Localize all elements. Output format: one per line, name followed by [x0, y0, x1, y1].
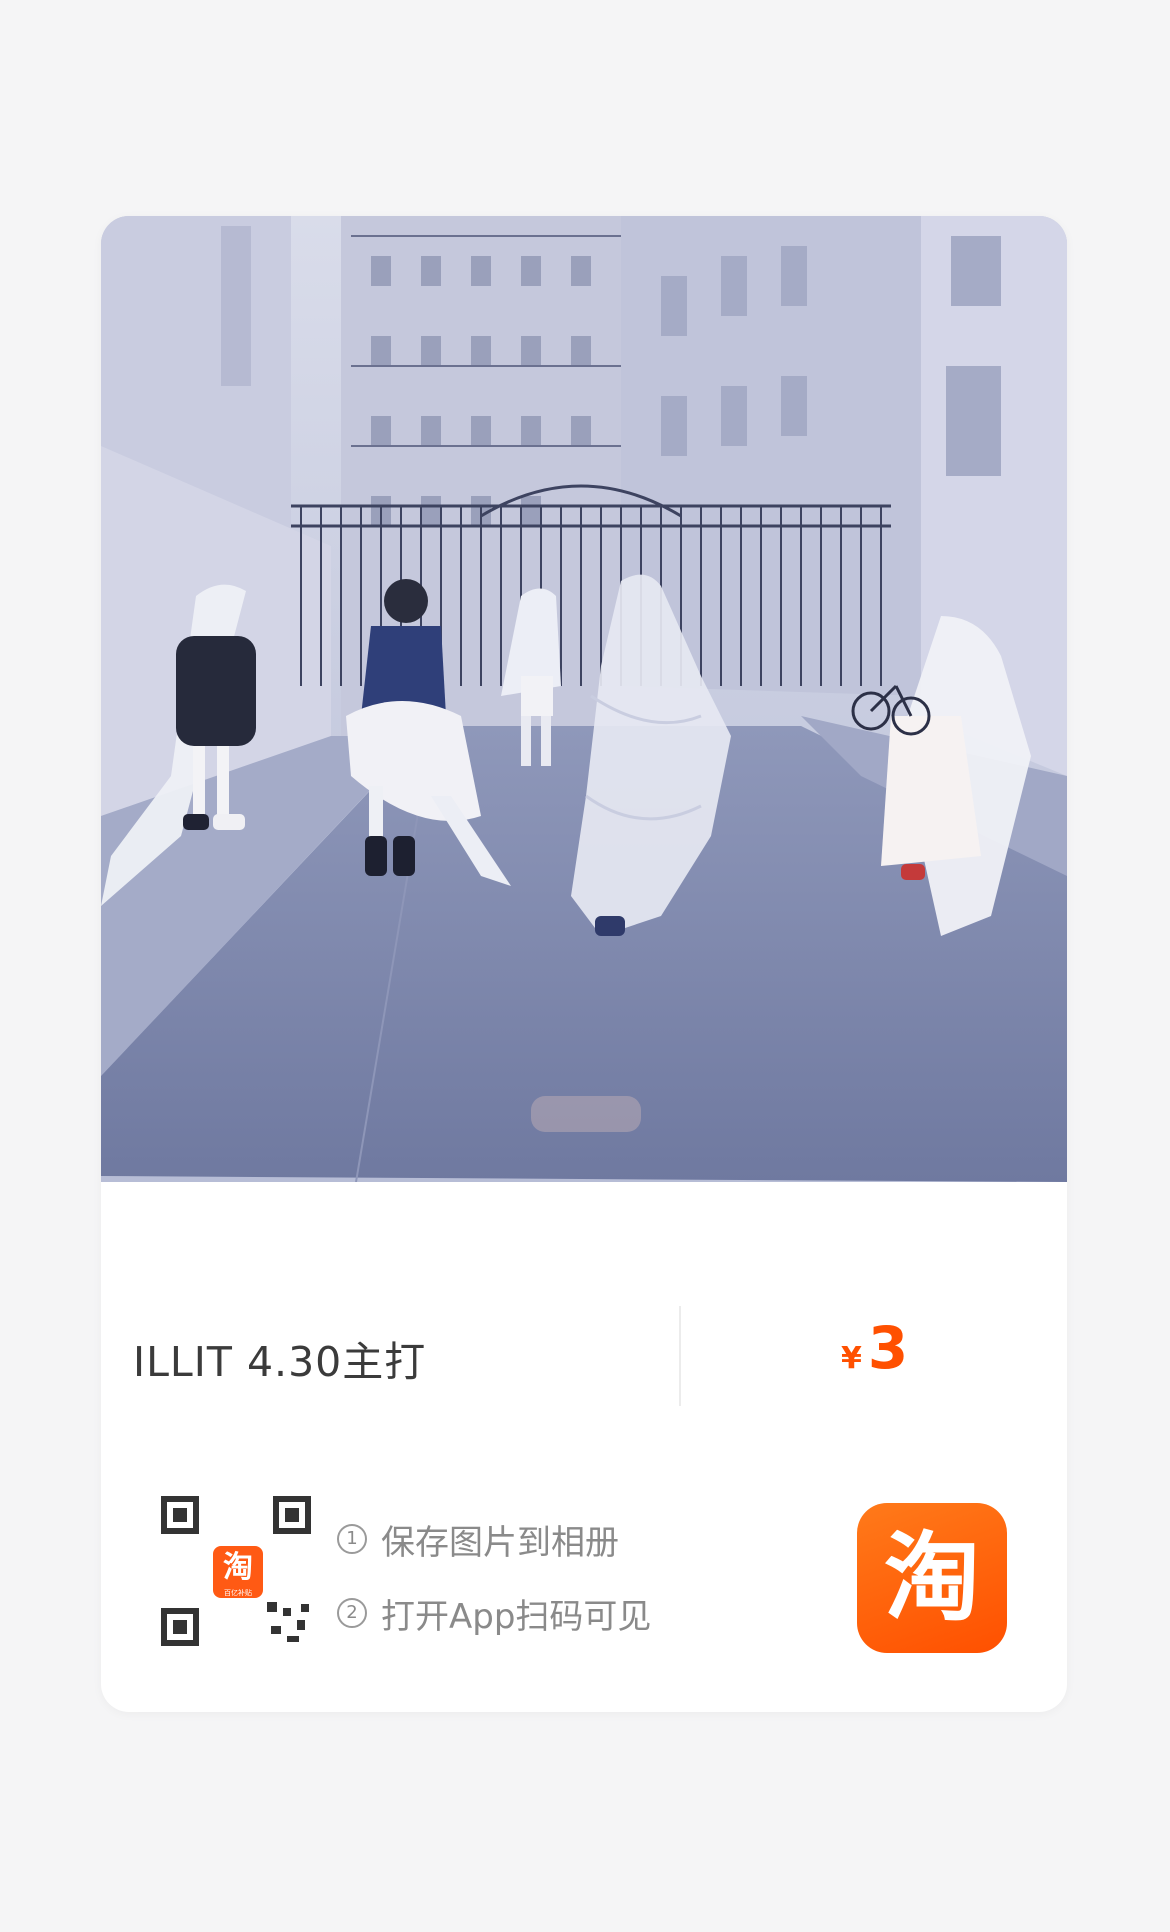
street-photo-illustration [101, 216, 1067, 1182]
step-number-1: 1 [337, 1524, 367, 1554]
product-title: ILLIT 4.30主打 [133, 1338, 427, 1386]
qr-badge-char: 淘 [223, 1550, 253, 1585]
instruction-step-2: 2 打开App扫码可见 [337, 1586, 651, 1640]
price-value: 3 [867, 1314, 909, 1382]
taobao-app-icon[interactable]: 淘 [857, 1503, 1007, 1653]
scan-instructions: 1 保存图片到相册 2 打开App扫码可见 [337, 1512, 651, 1660]
product-info-row: ILLIT 4.30主打 ¥3 [101, 1306, 1067, 1406]
taobao-badge-icon: 淘 百亿补贴 [213, 1546, 263, 1598]
instruction-step-1: 1 保存图片到相册 [337, 1512, 651, 1566]
divider [679, 1306, 681, 1406]
qr-badge-caption: 百亿补贴 [224, 1589, 252, 1597]
step-2-text: 打开App扫码可见 [381, 1596, 652, 1637]
currency-symbol: ¥ [841, 1341, 862, 1376]
product-share-card: ILLIT 4.30主打 ¥3 淘 百亿补贴 1 保存图片到相册 2 打开App… [101, 216, 1067, 1712]
step-1-text: 保存图片到相册 [381, 1522, 619, 1563]
product-price: ¥3 [841, 1314, 908, 1382]
step-number-2: 2 [337, 1598, 367, 1628]
qr-code: 淘 百亿补贴 [161, 1496, 311, 1646]
product-image[interactable] [101, 216, 1067, 1182]
